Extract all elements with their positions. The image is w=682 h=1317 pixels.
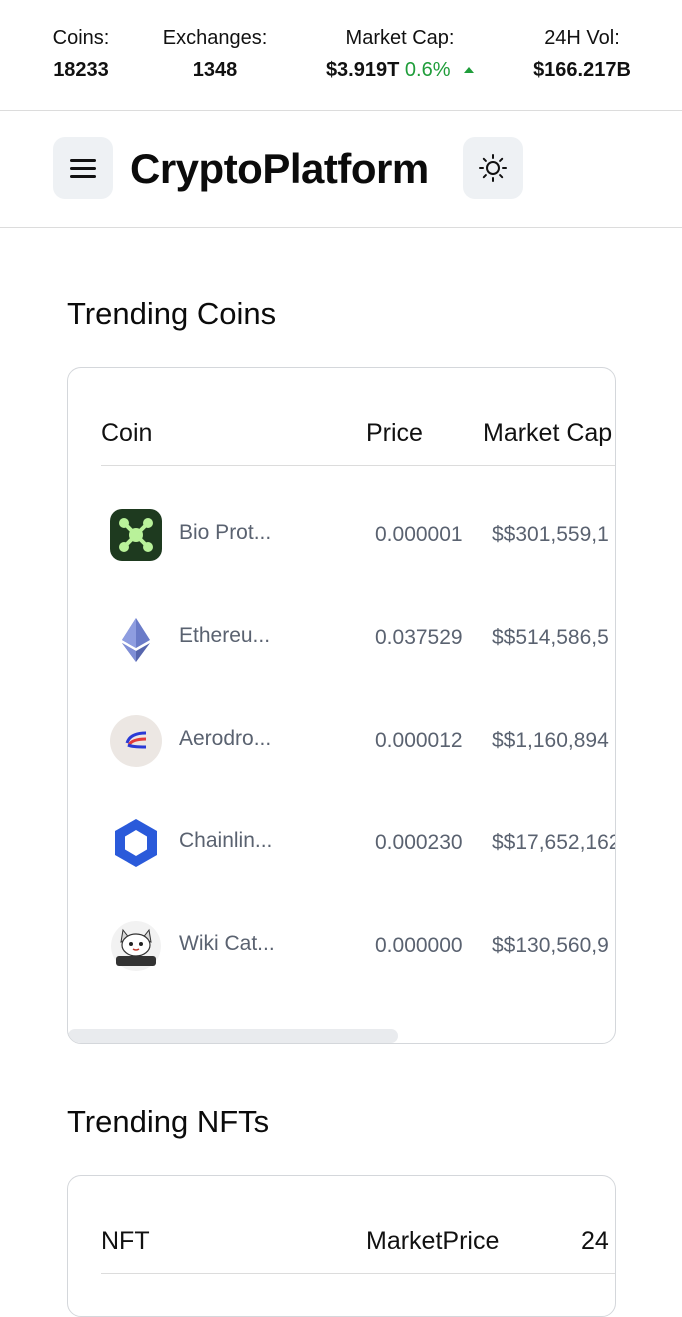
- coin-price: 0.000012: [375, 729, 463, 752]
- coin-price: 0.000000: [375, 934, 463, 957]
- coin-market-cap: $$17,652,162: [492, 831, 616, 854]
- brand-title[interactable]: CryptoPlatform: [130, 143, 429, 195]
- menu-button[interactable]: [53, 137, 113, 199]
- global-stats-bar: Coins: 18233 Exchanges: 1348 Market Cap:…: [0, 0, 682, 111]
- coin-price: 0.000230: [375, 831, 463, 854]
- trending-coins-table[interactable]: Coin Price Market Cap Bio Prot... 0.0000…: [67, 367, 616, 1044]
- coins-value: 18233: [53, 59, 109, 81]
- sun-icon: [479, 154, 507, 182]
- header-divider: [101, 465, 615, 466]
- market-cap-label: Market Cap:: [345, 27, 455, 49]
- market-cap-stat: Market Cap: $3.919T 0.6%: [310, 26, 490, 82]
- coin-price: 0.000001: [375, 523, 463, 546]
- market-cap-value-line: $3.919T 0.6%: [310, 58, 490, 82]
- table-row[interactable]: Wiki Cat... 0.000000 $$130,560,9: [68, 916, 615, 976]
- caret-up-icon: [464, 67, 475, 73]
- coin-price: 0.037529: [375, 626, 463, 649]
- volume-value: $166.217B: [533, 59, 631, 81]
- column-header-market-price: MarketPrice: [366, 1227, 500, 1255]
- trending-nfts-table[interactable]: NFT MarketPrice 24: [67, 1175, 616, 1317]
- coin-name: Bio Prot...: [179, 521, 272, 544]
- coin-name: Ethereu...: [179, 624, 271, 647]
- exchanges-label: Exchanges:: [162, 27, 268, 49]
- table-row[interactable]: Ethereu... 0.037529 $$514,586,5: [68, 608, 615, 668]
- exchanges-stat: Exchanges: 1348: [155, 26, 275, 82]
- table-row[interactable]: Chainlin... 0.000230 $$17,652,162: [68, 813, 615, 873]
- column-header-price: Price: [366, 419, 423, 447]
- app-header: CryptoPlatform: [0, 111, 682, 228]
- ethereum-icon: [110, 612, 162, 664]
- table-row[interactable]: Bio Prot... 0.000001 $$301,559,1: [68, 505, 615, 565]
- coin-market-cap: $$301,559,1: [492, 523, 609, 546]
- coin-name: Aerodro...: [179, 727, 272, 750]
- coin-name: Chainlin...: [179, 829, 273, 852]
- column-header-nft: NFT: [101, 1227, 150, 1255]
- wiki-cat-icon: [110, 920, 162, 972]
- market-cap-change: 0.6%: [404, 59, 451, 81]
- column-header-market-cap: Market Cap: [483, 419, 613, 447]
- horizontal-scrollbar[interactable]: [68, 1029, 398, 1043]
- volume-label: 24H Vol:: [544, 27, 620, 49]
- exchanges-value: 1348: [192, 59, 238, 81]
- coin-market-cap: $$514,586,5: [492, 626, 609, 649]
- hamburger-icon: [70, 154, 96, 183]
- header-divider: [101, 1273, 615, 1274]
- table-row[interactable]: Aerodro... 0.000012 $$1,160,894: [68, 711, 615, 771]
- coins-stat: Coins: 18233: [46, 26, 116, 82]
- coin-name: Wiki Cat...: [179, 932, 275, 955]
- chainlink-icon: [110, 817, 162, 869]
- trending-coins-title: Trending Coins: [67, 296, 277, 331]
- trending-nfts-title: Trending NFTs: [67, 1104, 270, 1139]
- volume-stat: 24H Vol: $166.217B: [527, 26, 637, 82]
- coins-label: Coins:: [52, 27, 110, 49]
- bio-protocol-icon: [110, 509, 162, 561]
- column-header-24h: 24: [581, 1227, 609, 1255]
- coin-market-cap: $$130,560,9: [492, 934, 609, 957]
- aerodrome-icon: [110, 715, 162, 767]
- column-header-coin: Coin: [101, 419, 153, 447]
- coin-market-cap: $$1,160,894: [492, 729, 609, 752]
- theme-toggle-button[interactable]: [463, 137, 523, 199]
- market-cap-value: $3.919T: [325, 59, 400, 81]
